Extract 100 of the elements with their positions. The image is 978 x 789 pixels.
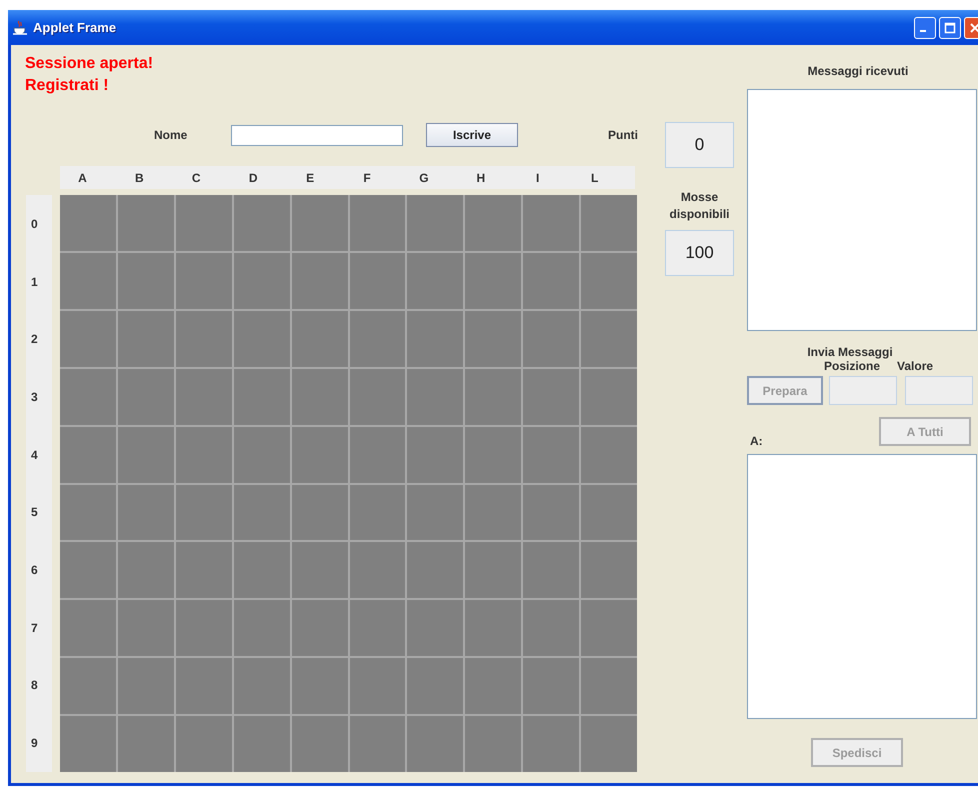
board-cell[interactable] — [60, 195, 116, 251]
board-cell[interactable] — [581, 600, 637, 656]
board-cell[interactable] — [60, 426, 116, 482]
board-cell[interactable] — [234, 542, 290, 598]
board-cell[interactable] — [234, 368, 290, 425]
board-cell[interactable] — [581, 426, 637, 482]
board-cell[interactable] — [350, 600, 406, 656]
board-cell[interactable] — [292, 426, 348, 482]
board-cell[interactable] — [118, 195, 174, 251]
board-cell[interactable] — [118, 368, 174, 425]
board-cell[interactable] — [581, 716, 637, 772]
board-cell[interactable] — [465, 484, 522, 540]
board-cell[interactable] — [176, 716, 232, 772]
board-cell[interactable] — [176, 195, 232, 251]
board-cell[interactable] — [581, 658, 637, 714]
board-cell[interactable] — [292, 310, 348, 367]
board-cell[interactable] — [407, 195, 464, 251]
board-cell[interactable] — [407, 658, 464, 714]
board-cell[interactable] — [523, 658, 580, 714]
board-cell[interactable] — [581, 310, 637, 367]
board-cell[interactable] — [118, 310, 174, 367]
board-cell[interactable] — [407, 426, 464, 482]
board-cell[interactable] — [234, 484, 290, 540]
board-cell[interactable] — [118, 542, 174, 598]
board-cell[interactable] — [60, 252, 116, 309]
board-cell[interactable] — [292, 716, 348, 772]
board-cell[interactable] — [581, 542, 637, 598]
board-cell[interactable] — [234, 195, 290, 251]
board-cell[interactable] — [60, 716, 116, 772]
board-cell[interactable] — [176, 426, 232, 482]
board-cell[interactable] — [465, 368, 522, 425]
board-cell[interactable] — [176, 542, 232, 598]
recipient-area[interactable] — [747, 454, 977, 719]
board-cell[interactable] — [234, 716, 290, 772]
board-cell[interactable] — [176, 310, 232, 367]
register-button[interactable]: Iscrive — [426, 123, 518, 147]
board-cell[interactable] — [176, 368, 232, 425]
board-cell[interactable] — [581, 252, 637, 309]
board-cell[interactable] — [523, 484, 580, 540]
board-cell[interactable] — [465, 310, 522, 367]
board-cell[interactable] — [292, 658, 348, 714]
board-cell[interactable] — [176, 658, 232, 714]
board-cell[interactable] — [350, 716, 406, 772]
board-cell[interactable] — [350, 195, 406, 251]
board-cell[interactable] — [234, 426, 290, 482]
board-cell[interactable] — [523, 600, 580, 656]
board-cell[interactable] — [234, 252, 290, 309]
board-cell[interactable] — [118, 252, 174, 309]
board-cell[interactable] — [581, 484, 637, 540]
board-cell[interactable] — [523, 310, 580, 367]
board-cell[interactable] — [118, 658, 174, 714]
board-cell[interactable] — [60, 600, 116, 656]
board-cell[interactable] — [292, 484, 348, 540]
board-cell[interactable] — [292, 368, 348, 425]
board-cell[interactable] — [118, 426, 174, 482]
board-cell[interactable] — [523, 252, 580, 309]
received-messages-area[interactable] — [747, 89, 977, 331]
board-cell[interactable] — [465, 658, 522, 714]
board-cell[interactable] — [581, 368, 637, 425]
board-cell[interactable] — [234, 658, 290, 714]
board-cell[interactable] — [350, 368, 406, 425]
board-cell[interactable] — [60, 484, 116, 540]
board-cell[interactable] — [350, 484, 406, 540]
board-cell[interactable] — [118, 600, 174, 656]
board-cell[interactable] — [118, 716, 174, 772]
board-cell[interactable] — [350, 310, 406, 367]
board-cell[interactable] — [407, 600, 464, 656]
board-cell[interactable] — [523, 195, 580, 251]
board-cell[interactable] — [60, 368, 116, 425]
board-cell[interactable] — [407, 484, 464, 540]
board-cell[interactable] — [465, 426, 522, 482]
board-cell[interactable] — [407, 310, 464, 367]
board-cell[interactable] — [60, 658, 116, 714]
board-cell[interactable] — [292, 252, 348, 309]
board-cell[interactable] — [581, 195, 637, 251]
board-cell[interactable] — [292, 542, 348, 598]
board-cell[interactable] — [350, 252, 406, 309]
board-cell[interactable] — [407, 368, 464, 425]
board-cell[interactable] — [523, 368, 580, 425]
board-cell[interactable] — [350, 542, 406, 598]
board-cell[interactable] — [523, 542, 580, 598]
board-cell[interactable] — [465, 600, 522, 656]
board-cell[interactable] — [292, 600, 348, 656]
board-cell[interactable] — [118, 484, 174, 540]
board-cell[interactable] — [60, 542, 116, 598]
board-cell[interactable] — [465, 716, 522, 772]
board-cell[interactable] — [465, 252, 522, 309]
board-cell[interactable] — [234, 600, 290, 656]
board-cell[interactable] — [407, 716, 464, 772]
board-cell[interactable] — [292, 195, 348, 251]
board-cell[interactable] — [407, 542, 464, 598]
board-cell[interactable] — [465, 195, 522, 251]
board-cell[interactable] — [523, 426, 580, 482]
board-cell[interactable] — [60, 310, 116, 367]
board-cell[interactable] — [465, 542, 522, 598]
maximize-button[interactable] — [939, 16, 961, 38]
board-cell[interactable] — [234, 310, 290, 367]
minimize-button[interactable] — [914, 16, 936, 38]
board-cell[interactable] — [176, 484, 232, 540]
name-field[interactable] — [231, 124, 403, 146]
